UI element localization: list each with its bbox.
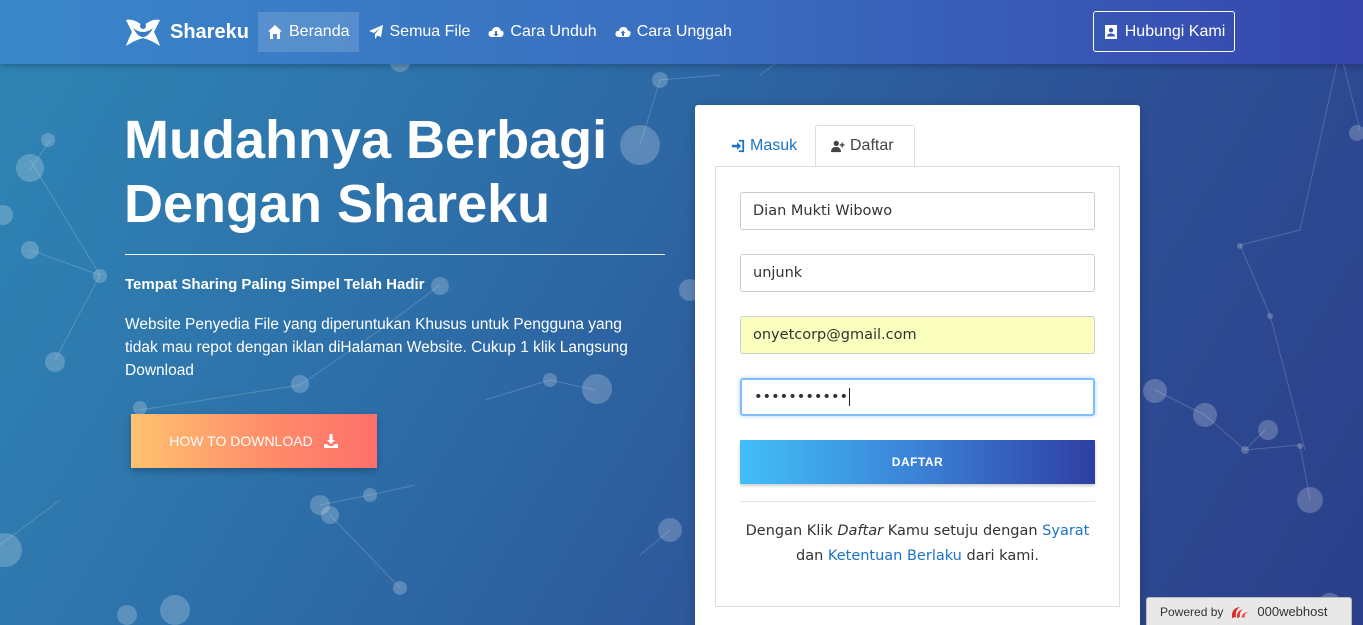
panel-divider: [740, 501, 1095, 502]
contact-button-label: Hubungi Kami: [1124, 22, 1226, 40]
nav-item-label: Beranda: [289, 23, 350, 40]
shareku-logo-icon: [126, 19, 160, 46]
nav-item-label: Cara Unggah: [636, 23, 732, 40]
text-caret: [849, 388, 851, 406]
cloud-upload-icon: [615, 27, 631, 37]
fullname-field[interactable]: Dian Mukti Wibowo: [740, 192, 1095, 230]
nav-item-cara-unggah[interactable]: Cara Unggah: [606, 12, 741, 52]
auth-tabs: Masuk Daftar: [715, 125, 1120, 167]
syarat-link[interactable]: Syarat: [1042, 523, 1089, 539]
terms-emphasis: Daftar: [837, 523, 884, 539]
register-panel: Dian Mukti Wibowo unjunk onyetcorp@gmail…: [715, 166, 1120, 607]
terms-prefix: Dengan Klik: [745, 523, 838, 539]
brand[interactable]: Shareku: [124, 16, 249, 48]
contact-button[interactable]: Hubungi Kami: [1093, 11, 1235, 52]
download-icon: [323, 434, 338, 448]
hero-title-line2: Dengan Shareku: [124, 174, 551, 234]
hero-description: Website Penyedia File yang diperuntukan …: [125, 316, 628, 379]
email-value: onyetcorp@gmail.com: [753, 327, 917, 343]
hero-divider: [125, 254, 665, 255]
password-value: •••••••••••: [754, 389, 849, 405]
main-nav: Beranda Semua File Cara Unduh Cara Ungga…: [258, 12, 741, 52]
how-to-download-label: HOW TO DOWNLOAD: [169, 433, 313, 449]
hero-subtitle: Tempat Sharing Paling Simpel Telah Hadir: [125, 276, 425, 293]
powered-by-label: Powered by: [1160, 604, 1224, 619]
cloud-download-icon: [488, 27, 504, 37]
terms-middle: Kamu setuju dengan: [883, 523, 1043, 539]
nav-item-semua-file[interactable]: Semua File: [359, 12, 480, 52]
username-field[interactable]: unjunk: [740, 254, 1095, 292]
nav-item-label: Cara Unduh: [510, 23, 597, 40]
fullname-value: Dian Mukti Wibowo: [753, 203, 893, 219]
sign-in-icon: [731, 139, 745, 153]
terms-and: dan: [796, 548, 828, 564]
hero-title: Mudahnya Berbagi Dengan Shareku: [124, 108, 664, 236]
hero-title-line1: Mudahnya Berbagi: [124, 110, 608, 170]
home-icon: [268, 25, 282, 39]
password-field[interactable]: •••••••••••: [740, 378, 1095, 416]
daftar-button[interactable]: DAFTAR: [740, 440, 1095, 484]
top-navbar: Shareku Beranda Semua File Cara Unduh Ca…: [0, 0, 1363, 64]
user-plus-icon: [831, 140, 845, 153]
powered-by-badge[interactable]: Powered by 000webhost: [1146, 597, 1352, 625]
nav-item-cara-unduh[interactable]: Cara Unduh: [479, 12, 605, 52]
daftar-button-label: DAFTAR: [891, 455, 944, 469]
how-to-download-button[interactable]: HOW TO DOWNLOAD: [131, 414, 377, 468]
paper-plane-icon: [368, 25, 383, 39]
contact-card-icon: [1104, 24, 1117, 39]
nav-item-beranda[interactable]: Beranda: [258, 12, 359, 52]
powered-by-host: 000webhost: [1257, 604, 1328, 619]
terms-suffix: dari kami.: [961, 548, 1039, 564]
tab-masuk-label: Masuk: [750, 137, 798, 154]
ketentuan-berlaku-link[interactable]: Ketentuan Berlaku: [828, 548, 962, 564]
000webhost-logo-icon: [1232, 606, 1249, 618]
auth-card: Masuk Daftar Dian Mukti Wibowo unjunk on…: [695, 105, 1140, 625]
tab-masuk[interactable]: Masuk: [731, 125, 797, 167]
email-field[interactable]: onyetcorp@gmail.com: [740, 316, 1095, 354]
tab-daftar-label: Daftar: [850, 137, 894, 154]
terms-text: Dengan Klik Daftar Kamu setuju dengan Sy…: [740, 519, 1095, 569]
brand-name: Shareku: [170, 20, 249, 43]
username-value: unjunk: [753, 265, 803, 281]
tab-daftar[interactable]: Daftar: [815, 125, 915, 167]
nav-item-label: Semua File: [389, 23, 471, 40]
